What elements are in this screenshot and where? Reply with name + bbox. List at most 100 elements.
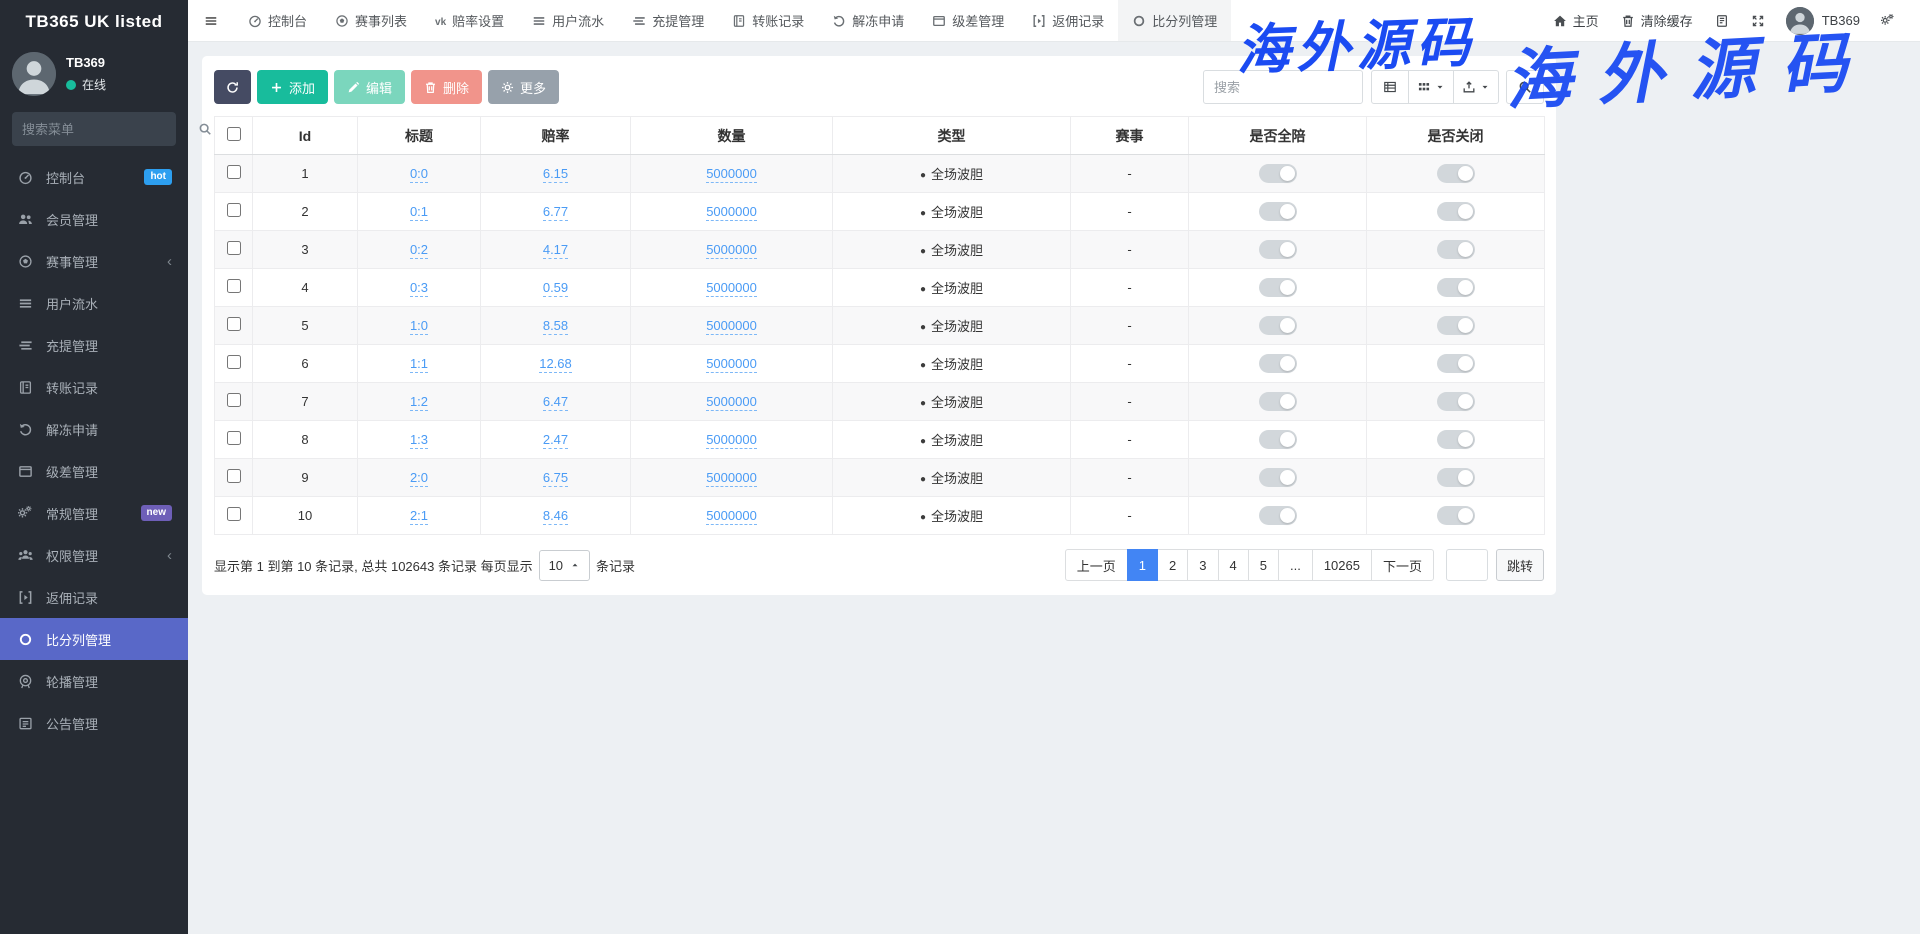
cell-odds-link[interactable]: 8.58 <box>543 318 568 335</box>
sidebar-item[interactable]: 常规管理new <box>0 492 188 534</box>
cell-qty-link[interactable]: 5000000 <box>706 242 757 259</box>
cell-title-link[interactable]: 0:1 <box>410 204 428 221</box>
full-odds-toggle[interactable] <box>1259 164 1297 183</box>
fullscreen-button[interactable] <box>1740 0 1776 42</box>
sidebar-search-input[interactable] <box>22 122 198 137</box>
cell-odds-link[interactable]: 4.17 <box>543 242 568 259</box>
cell-title-link[interactable]: 1:2 <box>410 394 428 411</box>
export-button[interactable] <box>1453 70 1499 104</box>
row-checkbox[interactable] <box>227 317 241 331</box>
sidebar-item[interactable]: 公告管理 <box>0 702 188 744</box>
cell-odds-link[interactable]: 12.68 <box>539 356 572 373</box>
full-odds-toggle[interactable] <box>1259 468 1297 487</box>
row-checkbox[interactable] <box>227 431 241 445</box>
page-button[interactable]: 4 <box>1218 549 1249 581</box>
cell-odds-link[interactable]: 6.47 <box>543 394 568 411</box>
cell-title-link[interactable]: 0:0 <box>410 166 428 183</box>
cell-odds-link[interactable]: 6.75 <box>543 470 568 487</box>
nav-tab[interactable]: 解冻申请 <box>818 0 918 41</box>
cell-odds-link[interactable]: 6.15 <box>543 166 568 183</box>
jump-page-input[interactable] <box>1446 549 1488 581</box>
full-odds-toggle[interactable] <box>1259 506 1297 525</box>
sidebar-item[interactable]: 比分列管理 <box>0 618 188 660</box>
cell-qty-link[interactable]: 5000000 <box>706 394 757 411</box>
close-toggle[interactable] <box>1437 316 1475 335</box>
close-toggle[interactable] <box>1437 430 1475 449</box>
clear-cache-button[interactable]: 清除缓存 <box>1610 0 1704 42</box>
sidebar-item[interactable]: 充提管理 <box>0 324 188 366</box>
next-page-button[interactable]: 下一页 <box>1371 549 1434 581</box>
row-checkbox[interactable] <box>227 469 241 483</box>
home-button[interactable]: 主页 <box>1542 0 1610 42</box>
full-odds-toggle[interactable] <box>1259 392 1297 411</box>
nav-tab[interactable]: 返佣记录 <box>1018 0 1118 41</box>
more-button[interactable]: 更多 <box>488 70 559 104</box>
close-toggle[interactable] <box>1437 278 1475 297</box>
detail-view-button[interactable] <box>1371 70 1409 104</box>
full-odds-toggle[interactable] <box>1259 316 1297 335</box>
page-ellipsis[interactable]: ... <box>1278 549 1313 581</box>
page-button[interactable]: 10265 <box>1312 549 1372 581</box>
cell-title-link[interactable]: 0:3 <box>410 280 428 297</box>
sidebar-item[interactable]: 返佣记录 <box>0 576 188 618</box>
page-size-dropdown[interactable]: 10 <box>539 550 590 581</box>
full-odds-toggle[interactable] <box>1259 202 1297 221</box>
columns-button[interactable] <box>1408 70 1454 104</box>
sidebar-item[interactable]: 解冻申请 <box>0 408 188 450</box>
cell-title-link[interactable]: 1:1 <box>410 356 428 373</box>
close-toggle[interactable] <box>1437 468 1475 487</box>
close-toggle[interactable] <box>1437 392 1475 411</box>
row-checkbox[interactable] <box>227 393 241 407</box>
sidebar-item[interactable]: 转账记录 <box>0 366 188 408</box>
cell-qty-link[interactable]: 5000000 <box>706 280 757 297</box>
add-button[interactable]: 添加 <box>257 70 328 104</box>
nav-tab[interactable]: 转账记录 <box>718 0 818 41</box>
refresh-button[interactable] <box>214 70 251 104</box>
cell-title-link[interactable]: 2:1 <box>410 508 428 525</box>
full-odds-toggle[interactable] <box>1259 278 1297 297</box>
hamburger-button[interactable] <box>188 0 234 41</box>
nav-tab[interactable]: vk赔率设置 <box>421 0 518 41</box>
page-button[interactable]: 2 <box>1157 549 1188 581</box>
close-toggle[interactable] <box>1437 506 1475 525</box>
sidebar-item[interactable]: 用户流水 <box>0 282 188 324</box>
select-all-checkbox[interactable] <box>227 127 241 141</box>
cell-qty-link[interactable]: 5000000 <box>706 470 757 487</box>
edit-button[interactable]: 编辑 <box>334 70 405 104</box>
prev-page-button[interactable]: 上一页 <box>1065 549 1128 581</box>
user-menu[interactable]: TB369 <box>1776 7 1870 35</box>
close-toggle[interactable] <box>1437 240 1475 259</box>
nav-tab[interactable]: 级差管理 <box>918 0 1018 41</box>
row-checkbox[interactable] <box>227 507 241 521</box>
cell-qty-link[interactable]: 5000000 <box>706 508 757 525</box>
cell-qty-link[interactable]: 5000000 <box>706 318 757 335</box>
sidebar-item[interactable]: 轮播管理 <box>0 660 188 702</box>
sidebar-item[interactable]: 赛事管理‹ <box>0 240 188 282</box>
nav-tab[interactable]: 充提管理 <box>618 0 718 41</box>
nav-tab[interactable]: 赛事列表 <box>321 0 421 41</box>
user-avatar[interactable] <box>12 52 56 96</box>
close-toggle[interactable] <box>1437 202 1475 221</box>
page-button[interactable]: 3 <box>1187 549 1218 581</box>
cell-odds-link[interactable]: 8.46 <box>543 508 568 525</box>
row-checkbox[interactable] <box>227 355 241 369</box>
sidebar-item[interactable]: 控制台hot <box>0 156 188 198</box>
full-odds-toggle[interactable] <box>1259 240 1297 259</box>
log-button[interactable] <box>1704 0 1740 42</box>
close-toggle[interactable] <box>1437 354 1475 373</box>
cell-title-link[interactable]: 1:0 <box>410 318 428 335</box>
row-checkbox[interactable] <box>227 279 241 293</box>
full-odds-toggle[interactable] <box>1259 430 1297 449</box>
settings-button[interactable] <box>1870 0 1906 42</box>
row-checkbox[interactable] <box>227 241 241 255</box>
cell-odds-link[interactable]: 2.47 <box>543 432 568 449</box>
nav-tab[interactable]: 用户流水 <box>518 0 618 41</box>
nav-tab[interactable]: 比分列管理 <box>1118 0 1231 41</box>
row-checkbox[interactable] <box>227 203 241 217</box>
jump-button[interactable]: 跳转 <box>1496 549 1544 581</box>
cell-qty-link[interactable]: 5000000 <box>706 204 757 221</box>
sidebar-item[interactable]: 会员管理 <box>0 198 188 240</box>
sidebar-item[interactable]: 级差管理 <box>0 450 188 492</box>
close-toggle[interactable] <box>1437 164 1475 183</box>
cell-qty-link[interactable]: 5000000 <box>706 432 757 449</box>
